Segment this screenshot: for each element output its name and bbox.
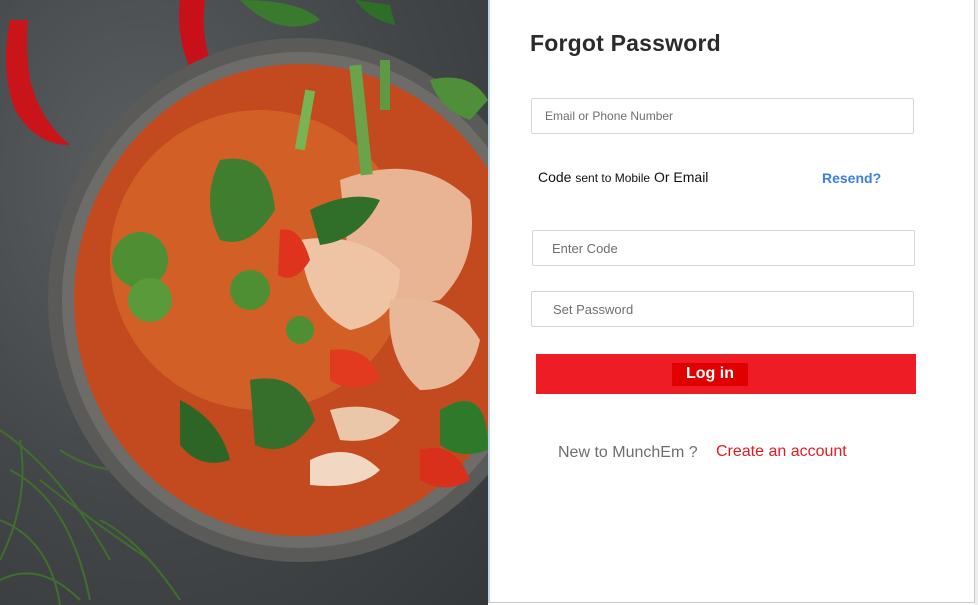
forgot-password-page: Forgot Password Code sent to Mobile Or E…	[0, 0, 978, 605]
cilantro	[286, 316, 314, 344]
soup-illustration	[0, 0, 488, 605]
create-account-link[interactable]: Create an account	[716, 443, 847, 461]
code-sent-prefix: Code	[538, 169, 572, 185]
login-button-label: Log in	[672, 363, 748, 386]
cilantro	[128, 278, 172, 322]
set-password-input[interactable]	[531, 291, 914, 327]
code-input[interactable]	[532, 230, 915, 266]
code-sent-notice: Code sent to Mobile Or Email	[538, 169, 708, 185]
code-sent-middle: sent to Mobile	[575, 171, 651, 185]
cilantro	[112, 232, 168, 288]
green-onion	[380, 60, 390, 110]
page-title: Forgot Password	[530, 30, 721, 56]
leaf	[355, 0, 395, 25]
resend-link[interactable]: Resend?	[822, 170, 881, 186]
cilantro	[230, 270, 270, 310]
food-hero-image	[0, 0, 488, 605]
login-button[interactable]: Log in	[536, 354, 916, 394]
leaf	[240, 0, 320, 27]
chili-pepper	[6, 20, 70, 145]
email-phone-input[interactable]	[531, 98, 914, 134]
forgot-password-panel: Forgot Password Code sent to Mobile Or E…	[488, 0, 975, 603]
code-sent-suffix: Or Email	[653, 169, 709, 185]
signup-question: New to MunchEm ?	[558, 444, 698, 461]
